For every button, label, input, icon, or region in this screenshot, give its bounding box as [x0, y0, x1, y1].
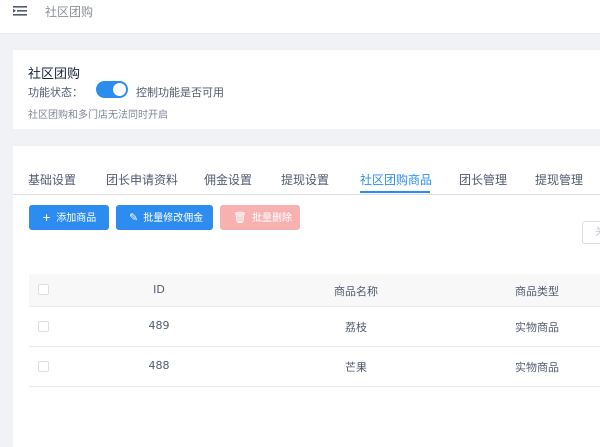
column-header-id: ID — [153, 283, 165, 296]
cell-name: 荔枝 — [345, 321, 367, 334]
status-label: 功能状态： — [28, 86, 83, 99]
settings-title: 社区团购 — [28, 67, 81, 82]
cell-type: 实物商品 — [515, 321, 559, 334]
cell-id: 489 — [148, 319, 170, 332]
add-product-button[interactable]: + 添加商品 — [29, 205, 109, 230]
cell-id: 488 — [148, 359, 170, 372]
toggle-description: 控制功能是否可用 — [136, 86, 224, 99]
select-all-checkbox[interactable] — [38, 284, 49, 295]
tab-withdraw-settings[interactable]: 提现设置 — [281, 171, 329, 188]
cell-name: 芒果 — [345, 361, 367, 374]
row-checkbox[interactable] — [38, 321, 49, 332]
breadcrumb[interactable]: 社区团购 — [45, 3, 93, 20]
settings-note: 社区团购和多门店无法同时开启 — [28, 110, 168, 121]
edit-pen-icon: ✎ — [129, 211, 139, 224]
top-bar: 社区团购 — [0, 0, 600, 34]
table-row[interactable]: 488 芒果 实物商品 — [29, 347, 600, 387]
tab-basic-settings[interactable]: 基础设置 — [28, 171, 76, 188]
main-panel: 基础设置 团长申请资料 佣金设置 提现设置 社区团购商品 团长管理 提现管理 +… — [13, 146, 600, 447]
menu-fold-icon[interactable] — [13, 5, 27, 17]
tab-group-products[interactable]: 社区团购商品 — [360, 171, 432, 188]
tab-commission-settings[interactable]: 佣金设置 — [204, 171, 252, 188]
search-input[interactable]: 关 — [582, 221, 600, 244]
tab-withdraw-management[interactable]: 提现管理 — [535, 171, 583, 188]
toggle-knob — [113, 83, 126, 96]
feature-settings-card: 社区团购 功能状态： 控制功能是否可用 社区团购和多门店无法同时开启 — [13, 50, 600, 129]
add-product-label: 添加商品 — [56, 213, 97, 224]
tab-bar: 基础设置 团长申请资料 佣金设置 提现设置 社区团购商品 团长管理 提现管理 — [13, 146, 600, 195]
column-header-type: 商品类型 — [515, 285, 559, 298]
plus-icon: + — [42, 211, 52, 224]
batch-delete-label: 批量删除 — [251, 213, 292, 224]
feature-toggle[interactable] — [96, 81, 128, 98]
table-header: ID 商品名称 商品类型 — [29, 274, 600, 307]
batch-delete-button[interactable]: 🗑 批量删除 — [220, 205, 300, 230]
batch-edit-commission-button[interactable]: ✎ 批量修改佣金 — [116, 205, 213, 230]
cell-type: 实物商品 — [515, 361, 559, 374]
batch-edit-label: 批量修改佣金 — [143, 213, 204, 224]
row-checkbox[interactable] — [38, 361, 49, 372]
table-row[interactable]: 489 荔枝 实物商品 — [29, 307, 600, 347]
active-tab-indicator — [360, 191, 430, 193]
tab-leader-application[interactable]: 团长申请资料 — [106, 171, 178, 188]
column-header-name: 商品名称 — [334, 285, 378, 298]
product-table: ID 商品名称 商品类型 489 荔枝 实物商品 488 芒果 实物商品 — [29, 274, 600, 387]
trash-icon: 🗑 — [233, 211, 247, 224]
tab-leader-management[interactable]: 团长管理 — [459, 171, 507, 188]
